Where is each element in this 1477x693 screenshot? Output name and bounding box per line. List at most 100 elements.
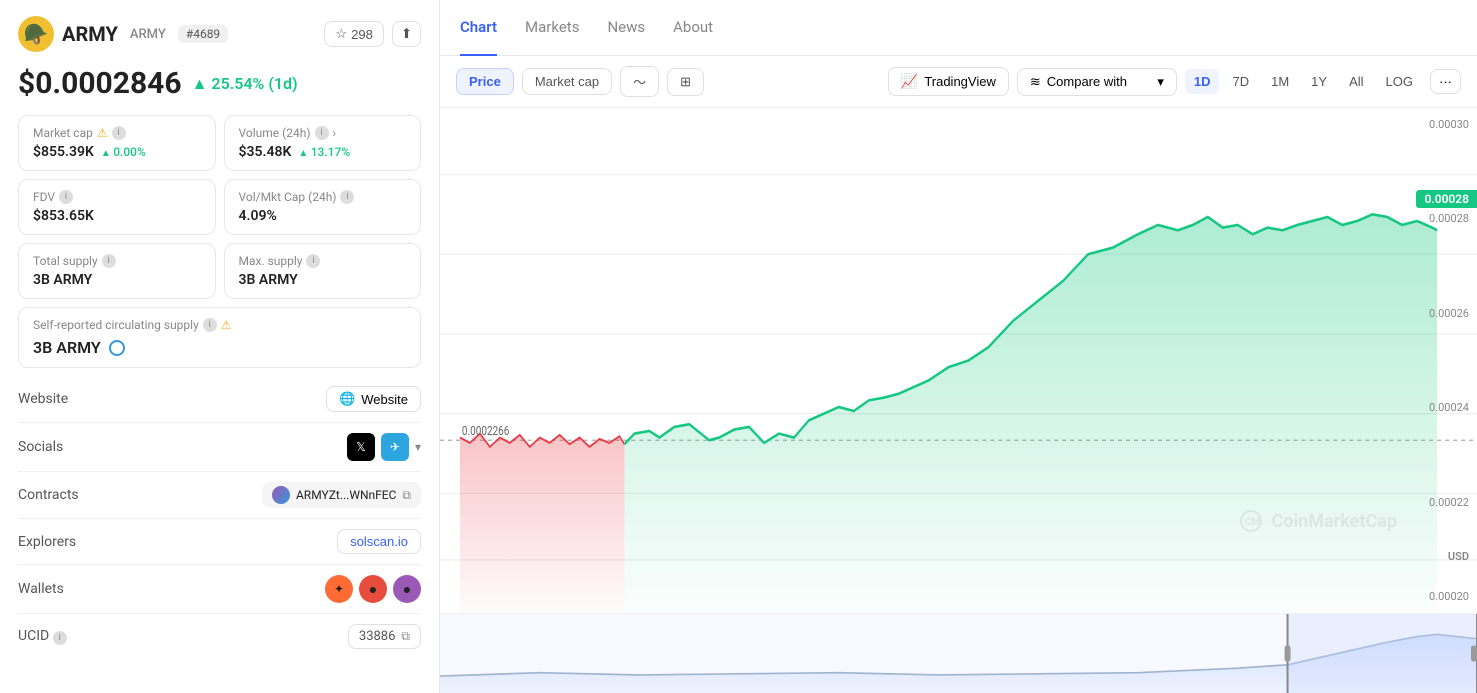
compare-with-button[interactable]: ≋ Compare with ▾: [1017, 68, 1177, 96]
current-price-badge: 0.00028: [1416, 190, 1477, 208]
explorers-row: Explorers solscan.io: [18, 519, 421, 565]
fdv-card: FDV i $853.65K: [18, 179, 216, 235]
total-supply-label: Total supply: [33, 254, 98, 268]
market-cap-card: Market cap ⚠ i $855.39K 0.00%: [18, 115, 216, 171]
ucid-value: 33886: [359, 629, 396, 644]
trading-view-button[interactable]: 📈 TradingView: [888, 67, 1009, 96]
contract-logo: [272, 486, 290, 504]
explorer-button[interactable]: solscan.io: [337, 529, 421, 554]
watermark: CM CoinMarketCap: [1239, 509, 1397, 533]
mini-chart[interactable]: 12 Nov 15 Nov 18 Nov 21 Nov 24 Nov 27 No…: [440, 613, 1477, 693]
chart-svg: 0.0002266: [440, 108, 1477, 613]
volume-label: Volume (24h): [239, 126, 311, 140]
contracts-row: Contracts ARMYZt...WNnFEC ⧉: [18, 472, 421, 519]
wallet-icon-1[interactable]: ✦: [325, 575, 353, 603]
time-1y[interactable]: 1Y: [1302, 69, 1336, 94]
token-rank: #4689: [178, 25, 228, 43]
ucid-label: UCID i: [18, 628, 118, 645]
time-log[interactable]: LOG: [1377, 69, 1422, 94]
y-label-6: 0.00020: [1429, 590, 1469, 603]
time-1m[interactable]: 1M: [1262, 69, 1298, 94]
time-7d[interactable]: 7D: [1223, 69, 1258, 94]
total-supply-card: Total supply i 3B ARMY: [18, 243, 216, 299]
compare-chevron-icon: ▾: [1157, 74, 1164, 90]
ucid-tag: 33886 ⧉: [348, 624, 421, 649]
wallet-icon-2[interactable]: ●: [359, 575, 387, 603]
y-label-1: 0.00030: [1429, 118, 1469, 131]
star-button[interactable]: ☆ 298: [324, 21, 383, 47]
star-count: 298: [351, 27, 373, 42]
svg-text:0.0002266: 0.0002266: [462, 422, 510, 438]
circulating-value: 3B ARMY: [33, 338, 101, 357]
copy-ucid-icon[interactable]: ⧉: [401, 629, 410, 644]
info-icon: i: [112, 126, 126, 140]
chevron-down-icon[interactable]: ▾: [415, 440, 421, 454]
market-cap-label: Market cap: [33, 126, 93, 140]
market-cap-value: $855.39K: [33, 144, 94, 160]
website-button[interactable]: 🌐 Website: [326, 386, 421, 412]
trading-view-label: TradingView: [924, 74, 996, 89]
volume-card: Volume (24h) i › $35.48K 13.17%: [224, 115, 422, 171]
chart-nav: Chart Markets News About: [440, 0, 1477, 56]
warning-icon: ⚠: [97, 126, 108, 140]
wallets-row: Wallets ✦ ● ●: [18, 565, 421, 614]
vol-mkt-card: Vol/Mkt Cap (24h) i 4.09%: [224, 179, 422, 235]
tab-news[interactable]: News: [607, 0, 645, 56]
total-supply-value: 3B ARMY: [33, 272, 201, 288]
wallets-label: Wallets: [18, 581, 118, 597]
vol-mkt-value: 4.09%: [239, 208, 407, 224]
time-1d[interactable]: 1D: [1185, 69, 1220, 94]
info-icon-cs: i: [203, 318, 217, 332]
y-label-5: 0.00022: [1429, 496, 1469, 509]
more-options-button[interactable]: ···: [1430, 69, 1461, 94]
warning-icon-cs: ⚠: [221, 318, 232, 332]
tab-chart[interactable]: Chart: [460, 0, 497, 56]
info-icon-vol: i: [315, 126, 329, 140]
trading-view-icon: 📈: [901, 73, 918, 90]
chart-controls: Price Market cap 〜 ⊞ 📈 TradingView ≋ Com…: [440, 56, 1477, 108]
price-change: ▲ 25.54% (1d): [192, 74, 298, 94]
globe-icon: 🌐: [339, 391, 355, 407]
socials-row: Socials 𝕏 ✈ ▾: [18, 423, 421, 472]
website-row: Website 🌐 Website: [18, 376, 421, 423]
website-link-text: Website: [361, 392, 408, 407]
candle-chart-icon[interactable]: ⊞: [667, 68, 704, 96]
max-supply-value: 3B ARMY: [239, 272, 407, 288]
copy-icon[interactable]: ⧉: [402, 488, 411, 503]
arrow-icon: ›: [333, 126, 337, 140]
price-button[interactable]: Price: [456, 68, 514, 95]
usd-label: USD: [1448, 550, 1469, 563]
ucid-row: UCID i 33886 ⧉: [18, 614, 421, 659]
contracts-label: Contracts: [18, 487, 118, 503]
volume-change: 13.17%: [298, 145, 350, 159]
fdv-label: FDV: [33, 190, 55, 204]
time-all[interactable]: All: [1340, 69, 1372, 94]
info-icon-vm: i: [340, 190, 354, 204]
info-icon-ucid: i: [53, 631, 67, 645]
info-icon-ms: i: [306, 254, 320, 268]
telegram-icon[interactable]: ✈: [381, 433, 409, 461]
info-icon-fdv: i: [59, 190, 73, 204]
twitter-icon[interactable]: 𝕏: [347, 433, 375, 461]
market-cap-change: 0.00%: [101, 145, 146, 159]
max-supply-label: Max. supply: [239, 254, 303, 268]
token-logo: 🪖: [18, 16, 54, 52]
y-label-2: 0.00028: [1429, 212, 1469, 225]
token-ticker: ARMY: [130, 27, 166, 42]
main-chart: 0.0002266 0.00030 0.00028 0.00026 0.0002…: [440, 108, 1477, 613]
share-button[interactable]: ⬆: [392, 21, 421, 47]
tab-about[interactable]: About: [673, 0, 713, 56]
star-icon: ☆: [335, 26, 347, 42]
explorers-label: Explorers: [18, 534, 118, 550]
contract-tag: ARMYZt...WNnFEC ⧉: [262, 482, 421, 508]
line-chart-icon[interactable]: 〜: [620, 66, 659, 97]
vol-mkt-label: Vol/Mkt Cap (24h): [239, 190, 337, 204]
token-price: $0.0002846: [18, 66, 182, 101]
y-axis: 0.00030 0.00028 0.00026 0.00024 0.00022 …: [1429, 108, 1469, 613]
compare-icon: ≋: [1030, 74, 1041, 90]
socials-label: Socials: [18, 439, 118, 455]
market-cap-button[interactable]: Market cap: [522, 68, 612, 95]
token-name: ARMY: [62, 22, 118, 46]
tab-markets[interactable]: Markets: [525, 0, 579, 56]
wallet-icon-3[interactable]: ●: [393, 575, 421, 603]
